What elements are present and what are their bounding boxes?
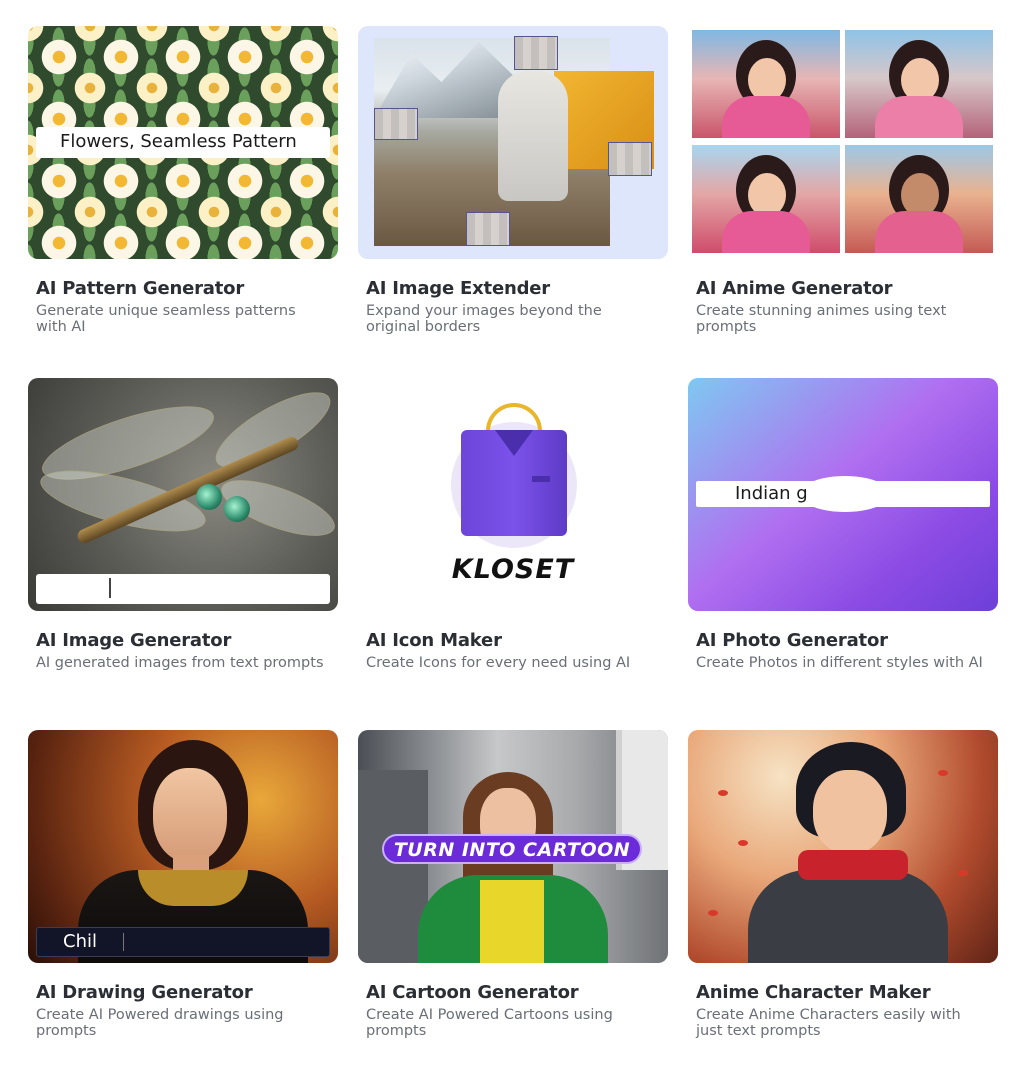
- pixelated-region: [608, 142, 652, 176]
- pixelated-region: [466, 212, 510, 246]
- card-description: Create Photos in different styles with A…: [696, 655, 983, 671]
- cartoon-badge: TURN INTO CARTOON: [382, 834, 642, 864]
- text-caret: [123, 933, 124, 951]
- card-title: Anime Character Maker: [696, 982, 931, 1003]
- card-ai-photo-generator[interactable]: Indian g AI Photo Generator Create Photo…: [688, 378, 998, 730]
- card-description: Create AI Powered Cartoons using prompts: [366, 1007, 613, 1039]
- card-title: AI Cartoon Generator: [366, 982, 579, 1003]
- eye-graphic: [224, 496, 250, 522]
- petal-graphic: [958, 870, 968, 876]
- card-description: AI generated images from text prompts: [36, 655, 324, 671]
- card-title: AI Drawing Generator: [36, 982, 253, 1003]
- brand-logo-text: KLOSET: [451, 554, 575, 585]
- text-caret: [109, 578, 111, 598]
- card-ai-pattern-generator[interactable]: Flowers, Seamless Pattern AI Pattern Gen…: [28, 26, 338, 378]
- jacket-graphic: [748, 870, 948, 963]
- anime-tile-image: [845, 145, 993, 253]
- pixelated-region: [374, 108, 418, 140]
- card-title: AI Pattern Generator: [36, 278, 245, 299]
- prompt-box: [36, 574, 330, 604]
- card-ai-cartoon-generator[interactable]: TURN INTO CARTOON AI Cartoon Generator C…: [358, 730, 668, 1082]
- pattern-prompt-box: Flowers, Seamless Pattern: [36, 127, 330, 158]
- pattern-prompt-text: Flowers, Seamless Pattern: [60, 131, 297, 152]
- dragonfly-preview-image: [28, 378, 338, 611]
- wing-graphic: [34, 458, 212, 544]
- tools-grid: Flowers, Seamless Pattern AI Pattern Gen…: [28, 26, 998, 1082]
- eye-graphic: [196, 484, 222, 510]
- portrait-preview-image: Chil: [28, 730, 338, 963]
- anime-tile-image: [692, 30, 840, 138]
- card-ai-icon-maker[interactable]: KLOSET AI Icon Maker Create Icons for ev…: [358, 378, 668, 730]
- card-description: Create AI Powered drawings using prompts: [36, 1007, 284, 1039]
- person-graphic: [498, 71, 568, 201]
- prompt-text: Chil: [63, 931, 97, 952]
- card-ai-image-extender[interactable]: AI Image Extender Expand your images bey…: [358, 26, 668, 378]
- prompt-overlay: [800, 476, 890, 512]
- card-description: Create stunning animes using text prompt…: [696, 303, 947, 335]
- face-graphic: [813, 770, 887, 854]
- cartoon-badge-text: TURN INTO CARTOON: [393, 839, 631, 861]
- anime-tile-image: [692, 145, 840, 253]
- pixelated-region: [514, 36, 558, 70]
- anime-character-preview: [688, 730, 998, 963]
- card-ai-drawing-generator[interactable]: Chil AI Drawing Generator Create AI Powe…: [28, 730, 338, 1082]
- scarf-graphic: [798, 850, 908, 880]
- photo-generator-preview: Indian g: [688, 378, 998, 611]
- icon-maker-preview: KLOSET: [358, 378, 668, 611]
- petal-graphic: [718, 790, 728, 796]
- card-title: AI Image Generator: [36, 630, 232, 651]
- card-description: Expand your images beyond the original b…: [366, 303, 602, 335]
- card-title: AI Anime Generator: [696, 278, 893, 299]
- card-ai-image-generator[interactable]: AI Image Generator AI generated images f…: [28, 378, 338, 730]
- prompt-box: Chil: [36, 927, 330, 957]
- sweater-graphic: [480, 880, 544, 963]
- petal-graphic: [738, 840, 748, 846]
- anime-tile-image: [845, 30, 993, 138]
- card-ai-anime-generator[interactable]: AI Anime Generator Create stunning anime…: [688, 26, 998, 378]
- card-title: AI Photo Generator: [696, 630, 888, 651]
- petal-graphic: [938, 770, 948, 776]
- pattern-preview-image: Flowers, Seamless Pattern: [28, 26, 338, 259]
- petal-graphic: [708, 910, 718, 916]
- cartoon-preview-image: TURN INTO CARTOON: [358, 730, 668, 963]
- card-description: Generate unique seamless patterns with A…: [36, 303, 296, 335]
- card-description: Create Icons for every need using AI: [366, 655, 631, 671]
- shirt-pocket-icon: [532, 476, 550, 482]
- anime-preview-grid: [688, 26, 998, 259]
- card-title: AI Image Extender: [366, 278, 550, 299]
- card-anime-character-maker[interactable]: Anime Character Maker Create Anime Chara…: [688, 730, 998, 1082]
- prompt-text: Indian g: [735, 483, 808, 504]
- card-description: Create Anime Characters easily with just…: [696, 1007, 961, 1039]
- extender-preview-image: [358, 26, 668, 259]
- card-title: AI Icon Maker: [366, 630, 502, 651]
- face-graphic: [153, 768, 227, 862]
